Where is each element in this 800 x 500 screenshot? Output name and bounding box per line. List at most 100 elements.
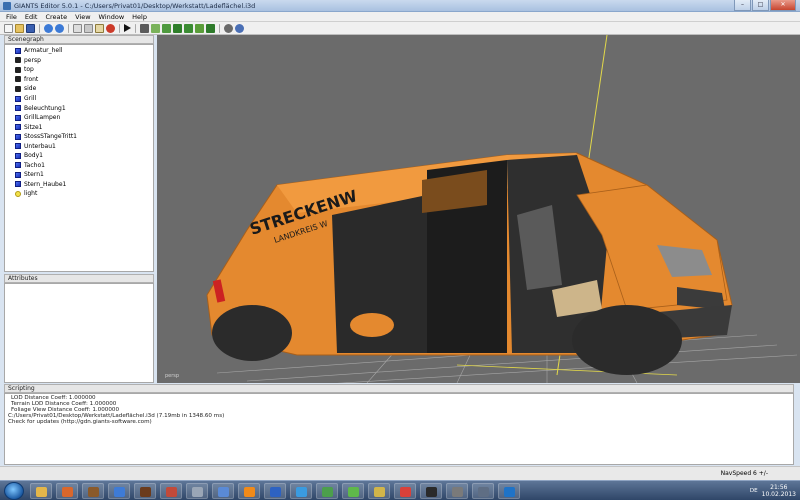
tree-node[interactable]: Body1 bbox=[5, 151, 153, 161]
game-icon bbox=[88, 487, 99, 497]
taskbar-button[interactable] bbox=[420, 483, 442, 499]
taskbar-button[interactable] bbox=[30, 483, 52, 499]
scripting-console[interactable]: LOD Distance Coeff: 1.000000 Terrain LOD… bbox=[4, 393, 794, 465]
paste-icon[interactable] bbox=[95, 23, 104, 33]
tree-node[interactable]: Unterbau1 bbox=[5, 141, 153, 151]
taskbar-button[interactable] bbox=[290, 483, 312, 499]
start-button[interactable] bbox=[4, 482, 24, 500]
tree-node[interactable]: StossSTangeTritt1 bbox=[5, 132, 153, 142]
taskbar-button[interactable] bbox=[342, 483, 364, 499]
tree-node[interactable]: GrillLampen bbox=[5, 113, 153, 123]
node-label: top bbox=[24, 66, 34, 74]
menu-help[interactable]: Help bbox=[132, 13, 147, 21]
taskbar-button[interactable] bbox=[394, 483, 416, 499]
tree-node[interactable]: Armatur_hell bbox=[5, 46, 153, 56]
open-icon[interactable] bbox=[15, 23, 24, 33]
menu-edit[interactable]: Edit bbox=[25, 13, 38, 21]
shape-icon bbox=[15, 171, 21, 178]
save-icon[interactable] bbox=[26, 23, 35, 33]
close-button[interactable]: ✕ bbox=[770, 0, 796, 11]
tree-node[interactable]: Stern1 bbox=[5, 170, 153, 180]
maximize-button[interactable]: □ bbox=[752, 0, 769, 11]
menu-create[interactable]: Create bbox=[45, 13, 67, 21]
move-icon[interactable] bbox=[151, 23, 160, 33]
taskbar-button[interactable] bbox=[56, 483, 78, 499]
tree-node[interactable]: Beleuchtung1 bbox=[5, 103, 153, 113]
redo-icon[interactable] bbox=[55, 23, 64, 33]
node-label: Grill bbox=[24, 95, 37, 102]
select-icon[interactable] bbox=[140, 23, 149, 33]
attributes-header: Attributes bbox=[4, 274, 154, 283]
3d-viewport[interactable]: STRECKENW LANDKREIS W persp bbox=[157, 35, 800, 383]
taskbar-button[interactable] bbox=[264, 483, 286, 499]
network-icon bbox=[218, 487, 229, 497]
camera-icon bbox=[15, 85, 21, 92]
taskbar: DE 21:56 10.02.2013 bbox=[0, 480, 800, 500]
giants-icon bbox=[426, 487, 437, 497]
cut-icon[interactable] bbox=[84, 23, 93, 33]
taskbar-button[interactable] bbox=[368, 483, 390, 499]
foliage-paint-icon[interactable] bbox=[206, 23, 215, 33]
terrain-paint-icon[interactable] bbox=[195, 23, 204, 33]
tree-node[interactable]: side bbox=[5, 84, 153, 94]
menu-view[interactable]: View bbox=[75, 13, 90, 21]
clock[interactable]: 21:56 10.02.2013 bbox=[762, 484, 796, 498]
scenegraph-tree[interactable]: Armatur_hell persp top front side Grill … bbox=[4, 44, 154, 272]
undo-icon[interactable] bbox=[44, 23, 53, 33]
taskbar-button[interactable] bbox=[82, 483, 104, 499]
teamviewer-icon bbox=[504, 487, 515, 497]
tree-node[interactable]: light bbox=[5, 189, 153, 199]
delete-icon[interactable] bbox=[106, 23, 115, 33]
firefox-icon bbox=[62, 487, 73, 497]
settings-icon[interactable] bbox=[224, 23, 233, 33]
chrome-icon bbox=[400, 487, 411, 497]
taskbar-button[interactable] bbox=[472, 483, 494, 499]
menu-file[interactable]: File bbox=[6, 13, 17, 21]
taskbar-button[interactable] bbox=[498, 483, 520, 499]
scale-icon[interactable] bbox=[173, 23, 182, 33]
shape-icon bbox=[15, 162, 21, 169]
node-label: Unterbau1 bbox=[24, 142, 56, 150]
language-indicator[interactable]: DE bbox=[750, 488, 758, 494]
paint-icon bbox=[166, 487, 177, 497]
taskbar-button[interactable] bbox=[186, 483, 208, 499]
tree-node[interactable]: front bbox=[5, 75, 153, 85]
node-label: side bbox=[24, 85, 37, 93]
taskbar-button[interactable] bbox=[134, 483, 156, 499]
tree-node[interactable]: top bbox=[5, 65, 153, 75]
toolbar bbox=[0, 22, 800, 35]
navspeed-indicator: NavSpeed 6 +/- bbox=[720, 470, 768, 477]
terrain-sculpt-icon[interactable] bbox=[184, 23, 193, 33]
tree-node[interactable]: Stern_Haube1 bbox=[5, 180, 153, 190]
node-label: Body1 bbox=[24, 152, 43, 160]
attributes-panel[interactable] bbox=[4, 283, 154, 383]
media-player-icon bbox=[114, 487, 125, 497]
camera-icon bbox=[15, 66, 21, 73]
taskbar-button[interactable] bbox=[160, 483, 182, 499]
node-label: Sitze1 bbox=[24, 123, 43, 131]
title-bar: GIANTS Editor 5.0.1 - C:/Users/Privat01/… bbox=[0, 0, 800, 12]
reload-icon[interactable] bbox=[235, 23, 244, 33]
copy-icon[interactable] bbox=[73, 23, 82, 33]
tree-node[interactable]: Sitze1 bbox=[5, 122, 153, 132]
node-label: Stern1 bbox=[24, 171, 44, 179]
node-label: Tacho1 bbox=[24, 161, 45, 169]
shape-icon bbox=[15, 152, 21, 159]
icq-icon bbox=[348, 487, 359, 497]
menu-window[interactable]: Window bbox=[99, 13, 125, 21]
taskbar-button[interactable] bbox=[238, 483, 260, 499]
shape-icon bbox=[15, 114, 21, 121]
play-icon[interactable] bbox=[124, 24, 131, 32]
tree-node[interactable]: Grill bbox=[5, 94, 153, 104]
shape-icon bbox=[15, 181, 21, 188]
taskbar-button[interactable] bbox=[316, 483, 338, 499]
new-icon[interactable] bbox=[4, 23, 13, 33]
taskbar-button[interactable] bbox=[446, 483, 468, 499]
rotate-icon[interactable] bbox=[162, 23, 171, 33]
tree-node[interactable]: persp bbox=[5, 56, 153, 66]
node-label: Armatur_hell bbox=[24, 47, 63, 55]
taskbar-button[interactable] bbox=[212, 483, 234, 499]
taskbar-button[interactable] bbox=[108, 483, 130, 499]
minimize-button[interactable]: – bbox=[734, 0, 751, 11]
tree-node[interactable]: Tacho1 bbox=[5, 161, 153, 171]
